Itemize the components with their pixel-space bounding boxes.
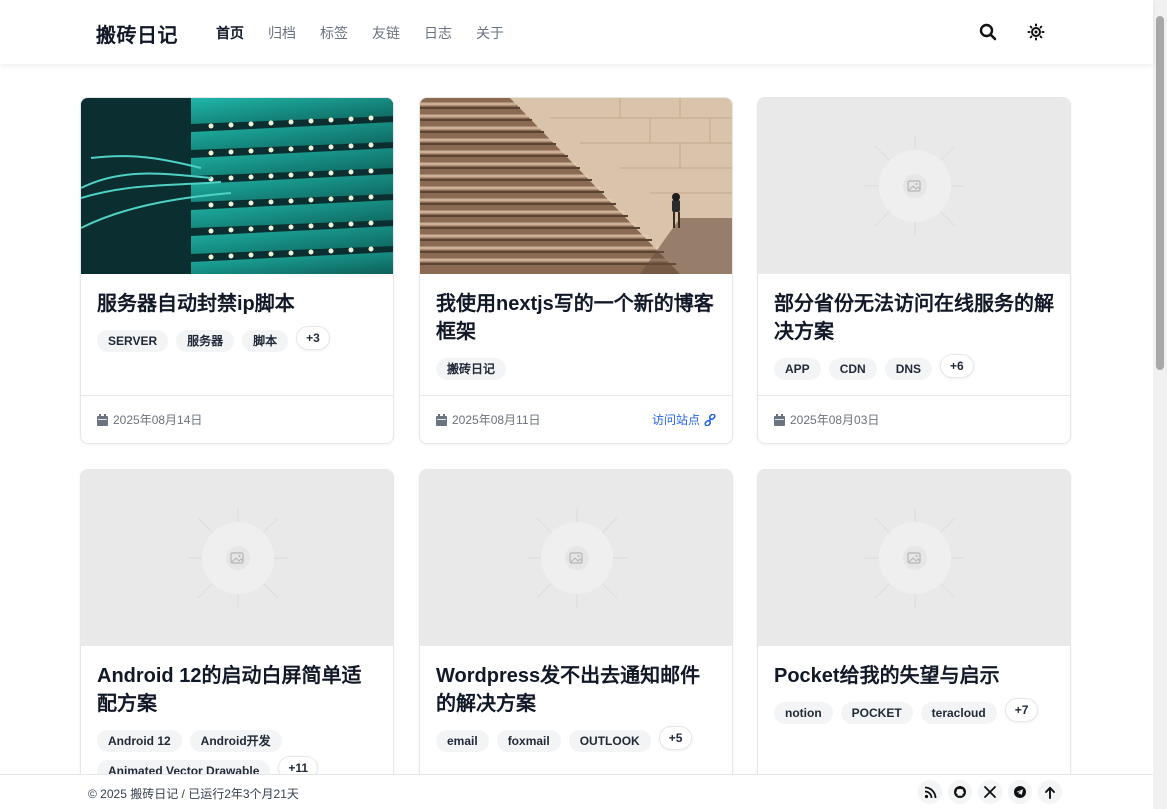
tag-chip[interactable]: SERVER [97,330,169,352]
nav-log[interactable]: 日志 [424,23,452,43]
tag-chip[interactable]: POCKET [840,702,913,724]
post-title[interactable]: 我使用nextjs写的一个新的博客框架 [436,290,716,346]
scrollbar-thumb[interactable] [1156,16,1164,370]
github-icon[interactable] [948,780,972,804]
visit-site-link[interactable]: 访问站点 [652,411,716,428]
post-tags: SERVER 服务器 脚本 +3 [97,326,377,352]
site-brand[interactable]: 搬砖日记 [96,19,178,48]
tag-chip[interactable]: notion [774,702,833,724]
tag-chip[interactable]: email [436,730,489,752]
post-date: 2025年08月03日 [774,411,879,428]
nav-tags[interactable]: 标签 [320,23,348,43]
post-cover-placeholder [420,470,732,646]
post-title[interactable]: Pocket给我的失望与启示 [774,662,1054,690]
post-meta: 2025年08月03日 [758,395,1070,443]
post-cover-image [81,98,393,274]
post-tags: notion POCKET teracloud +7 [774,698,1054,724]
post-meta: 2025年08月11日 访问站点 [420,395,732,443]
calendar-icon [774,413,785,426]
post-cover-image [420,98,732,274]
nav-archive[interactable]: 归档 [268,23,296,43]
telegram-icon[interactable] [1008,780,1032,804]
tag-chip[interactable]: OUTLOOK [568,730,651,752]
tag-chip[interactable]: CDN [828,358,877,380]
site-footer: © 2025 搬砖日记 / 已运行2年3个月21天 [0,774,1153,809]
post-tags: email foxmail OUTLOOK +5 [436,726,716,752]
post-card[interactable]: Wordpress发不出去通知邮件的解决方案 email foxmail OUT… [419,469,733,799]
post-card[interactable]: Android 12的启动白屏简单适配方案 Android 12 Android… [80,469,394,799]
post-cover-placeholder [81,470,393,646]
tag-chip[interactable]: DNS [884,358,933,380]
link-icon [704,413,716,426]
post-date: 2025年08月11日 [436,411,541,428]
tag-chip[interactable]: APP [774,358,821,380]
tag-chip[interactable]: foxmail [496,730,561,752]
post-tags: APP CDN DNS +6 [774,354,1054,380]
nav-home[interactable]: 首页 [216,23,244,43]
site-header: 搬砖日记 首页 归档 标签 友链 日志 关于 [0,0,1153,64]
rss-icon[interactable] [918,780,942,804]
main-nav: 首页 归档 标签 友链 日志 关于 [216,23,504,43]
tag-chip[interactable]: 服务器 [176,330,235,352]
post-title[interactable]: 服务器自动封禁ip脚本 [97,290,377,318]
post-card[interactable]: Pocket给我的失望与启示 notion POCKET teracloud +… [757,469,1071,799]
theme-toggle-icon[interactable] [1024,20,1048,44]
post-cover-placeholder [758,470,1070,646]
post-meta: 2025年08月14日 [81,395,393,443]
tag-chip[interactable]: 搬砖日记 [436,358,507,380]
more-tags-badge[interactable]: +6 [940,354,974,378]
tag-chip[interactable]: 脚本 [242,330,289,352]
nav-about[interactable]: 关于 [476,23,504,43]
search-icon[interactable] [976,20,1000,44]
post-title[interactable]: Android 12的启动白屏简单适配方案 [97,662,377,718]
image-placeholder-icon [907,180,921,192]
post-title[interactable]: 部分省份无法访问在线服务的解决方案 [774,290,1054,346]
post-card[interactable]: 我使用nextjs写的一个新的博客框架 搬砖日记 2025年08月11日 访问站… [419,97,733,444]
tag-chip[interactable]: Android开发 [189,730,282,752]
post-title[interactable]: Wordpress发不出去通知邮件的解决方案 [436,662,716,718]
calendar-icon [436,413,447,426]
nav-friends[interactable]: 友链 [372,23,400,43]
post-date: 2025年08月14日 [97,411,202,428]
x-icon[interactable] [978,780,1002,804]
post-cover-placeholder [758,98,1070,274]
page-scrollbar[interactable] [1153,0,1167,809]
more-tags-badge[interactable]: +3 [296,326,330,350]
more-tags-badge[interactable]: +7 [1004,698,1039,722]
tag-chip[interactable]: Android 12 [97,730,182,752]
post-card[interactable]: 部分省份无法访问在线服务的解决方案 APP CDN DNS +6 2025年08… [757,97,1071,444]
post-tags: 搬砖日记 [436,358,716,380]
image-placeholder-icon [230,552,244,564]
post-card[interactable]: 服务器自动封禁ip脚本 SERVER 服务器 脚本 +3 2025年08月14日 [80,97,394,444]
copyright-text: © 2025 搬砖日记 / 已运行2年3个月21天 [88,787,299,801]
image-placeholder-icon [569,552,583,564]
more-tags-badge[interactable]: +5 [658,726,693,750]
tag-chip[interactable]: teracloud [920,702,997,724]
image-placeholder-icon [907,552,921,564]
footer-social-links [918,780,1062,804]
arrow-up-icon[interactable] [1038,780,1062,804]
calendar-icon [97,413,108,426]
